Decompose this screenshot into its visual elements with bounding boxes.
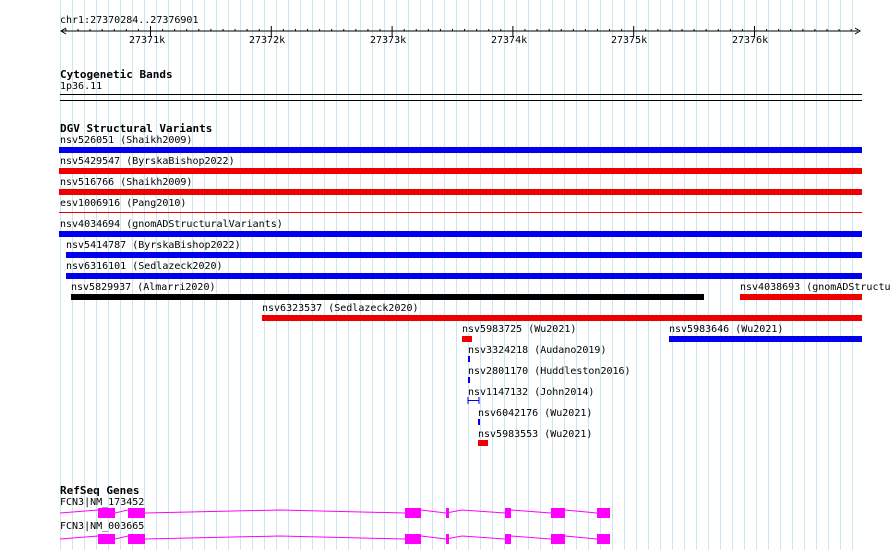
cytoband-line (60, 94, 862, 95)
variant-label[interactable]: nsv5983646 (Wu2021) (669, 324, 783, 336)
variant-bar[interactable] (71, 294, 704, 300)
variant-label[interactable]: nsv6316101 (Sedlazeck2020) (66, 261, 223, 273)
variant-label[interactable]: nsv4038693 (gnomADStructu (740, 282, 890, 294)
transcript-model[interactable] (0, 506, 890, 520)
variant-bar[interactable] (59, 231, 862, 237)
variant-label[interactable]: nsv6042176 (Wu2021) (478, 408, 592, 420)
variant-bar[interactable] (262, 315, 862, 321)
track-divider (60, 100, 862, 101)
variant-bar[interactable] (462, 336, 472, 342)
cytoband-track-title: Cytogenetic Bands (60, 68, 173, 81)
transcript-model[interactable] (0, 532, 890, 546)
variant-bar[interactable] (467, 397, 481, 405)
variant-bar[interactable] (478, 440, 488, 446)
ruler-tick-label: 27374k (491, 35, 528, 46)
variant-bar[interactable] (478, 419, 480, 425)
variant-bar[interactable] (59, 212, 862, 213)
variant-label[interactable]: nsv4034694 (gnomADStructuralVariants) (60, 219, 283, 231)
variant-label[interactable]: nsv5414787 (ByrskaBishop2022) (66, 240, 241, 252)
variant-label[interactable]: nsv516766 (Shaikh2009) (60, 177, 192, 189)
variant-label[interactable]: esv1006916 (Pang2010) (60, 198, 186, 210)
variant-bar[interactable] (59, 147, 862, 153)
refseq-track-title: RefSeq Genes (60, 484, 140, 497)
variant-label[interactable]: nsv3324218 (Audano2019) (468, 345, 606, 357)
ruler-tick-label: 27372k (249, 35, 286, 46)
variant-label[interactable]: nsv5983553 (Wu2021) (478, 429, 592, 441)
variant-bar[interactable] (66, 273, 862, 279)
variant-label[interactable]: nsv2801170 (Huddleston2016) (468, 366, 631, 378)
variant-label[interactable]: nsv526051 (Shaikh2009) (60, 135, 192, 147)
variant-bar[interactable] (468, 356, 470, 362)
ruler-tick-label: 27371k (129, 35, 166, 46)
variant-bar[interactable] (669, 336, 862, 342)
ruler-tick-label: 27375k (611, 35, 648, 46)
dgv-track-title: DGV Structural Variants (60, 122, 213, 135)
ruler-tick-label: 27373k (370, 35, 407, 46)
variant-label[interactable]: nsv6323537 (Sedlazeck2020) (262, 303, 419, 315)
variant-label[interactable]: nsv5983725 (Wu2021) (462, 324, 576, 336)
variant-bar[interactable] (59, 168, 862, 174)
variant-label[interactable]: nsv1147132 (John2014) (468, 387, 594, 399)
variant-bar[interactable] (59, 189, 862, 195)
variant-bar[interactable] (740, 294, 862, 300)
cytoband-label: 1p36.11 (60, 81, 103, 92)
variant-bar[interactable] (66, 252, 862, 258)
variant-label[interactable]: nsv5829937 (Almarri2020) (71, 282, 216, 294)
variant-label[interactable]: nsv5429547 (ByrskaBishop2022) (60, 156, 235, 168)
ruler-tick-label: 27376k (732, 35, 769, 46)
variant-bar[interactable] (468, 377, 470, 383)
